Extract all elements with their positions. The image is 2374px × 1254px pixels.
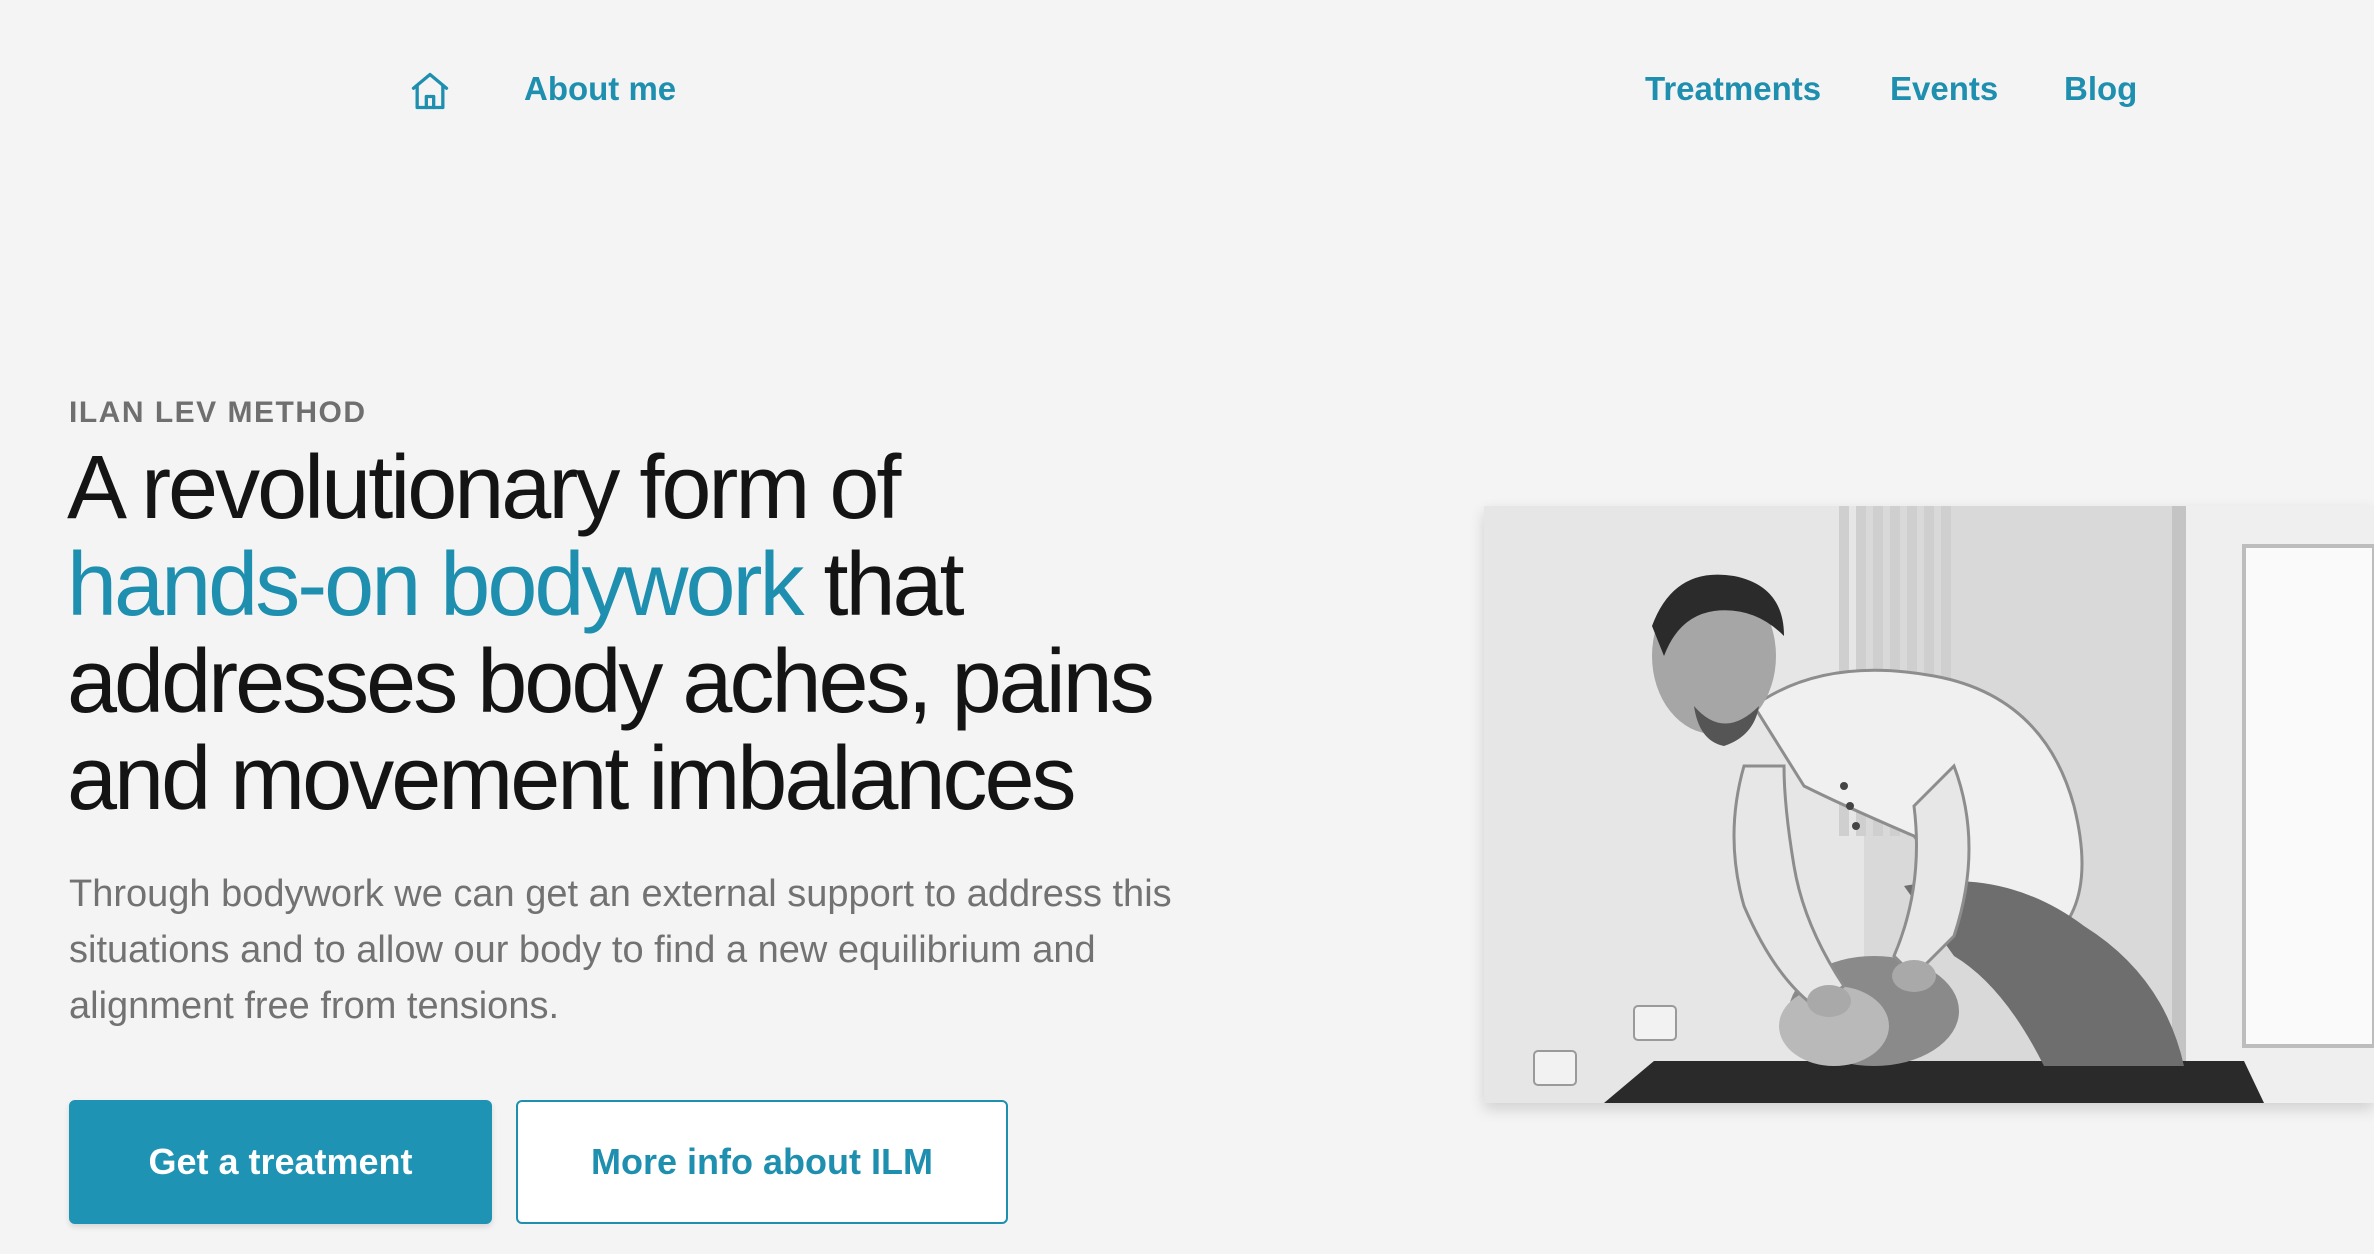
headline-line-2-rest: that: [801, 535, 964, 635]
headline-line-4: and movement imbalances: [67, 729, 1077, 829]
headline-accent: hands-on bodywork: [67, 535, 804, 635]
hero-headline: A revolutionary form of hands-on bodywor…: [67, 440, 1307, 828]
hero-subtext: Through bodywork we can get an external …: [69, 873, 1172, 1027]
nav-events[interactable]: Events: [1890, 68, 1998, 110]
headline-line-1: A revolutionary form of: [67, 438, 901, 538]
home-icon: [408, 69, 452, 118]
hero-photo: [1484, 506, 2374, 1103]
bodywork-photo-illustration: [1484, 506, 2374, 1103]
nav-home-link[interactable]: [405, 68, 455, 118]
more-info-button[interactable]: More info about ILM: [516, 1100, 1008, 1224]
get-treatment-button[interactable]: Get a treatment: [69, 1100, 492, 1224]
nav-treatments[interactable]: Treatments: [1645, 68, 1821, 110]
headline-line-3: addresses body aches, pains: [67, 632, 1155, 732]
page: About me Treatments Events Blog ILAN LEV…: [0, 0, 2374, 1254]
nav-blog[interactable]: Blog: [2064, 68, 2137, 110]
nav-about-me[interactable]: About me: [524, 68, 676, 110]
hero-eyebrow: ILAN LEV METHOD: [69, 396, 367, 429]
